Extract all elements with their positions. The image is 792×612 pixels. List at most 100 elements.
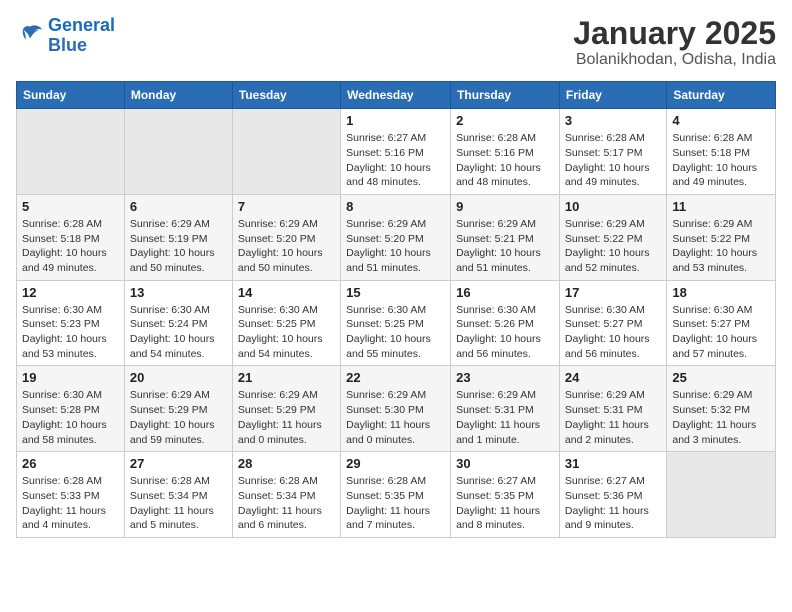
day-number: 14 xyxy=(238,285,335,300)
table-row: 19 Sunrise: 6:30 AM Sunset: 5:28 PM Dayli… xyxy=(17,366,125,452)
day-info: Sunrise: 6:28 AM Sunset: 5:16 PM Dayligh… xyxy=(456,131,554,190)
table-row: 29Sunrise: 6:28 AM Sunset: 5:35 PM Dayli… xyxy=(341,452,451,538)
day-number: 27 xyxy=(130,456,227,471)
day-info: Sunrise: 6:28 AM Sunset: 5:17 PM Dayligh… xyxy=(565,131,661,190)
day-number: 21 xyxy=(238,370,335,385)
table-row: 21 Sunrise: 6:29 AM Sunset: 5:29 PM Dayli… xyxy=(232,366,340,452)
day-number: 25 xyxy=(672,370,770,385)
day-info: Sunrise: 6:29 AM Sunset: 5:20 PM Dayligh… xyxy=(346,217,445,276)
location: Bolanikhodan, Odisha, India xyxy=(573,51,776,69)
table-row xyxy=(17,109,125,195)
day-number: 24 xyxy=(565,370,661,385)
header-monday: Monday xyxy=(124,82,232,109)
day-number: 10 xyxy=(565,199,661,214)
day-info: Sunrise: 6:27 AM Sunset: 5:35 PM Dayligh… xyxy=(456,474,554,533)
header-friday: Friday xyxy=(559,82,666,109)
day-info: Sunrise: 6:28 AM Sunset: 5:34 PM Dayligh… xyxy=(130,474,227,533)
table-row: 2 Sunrise: 6:28 AM Sunset: 5:16 PM Daylig… xyxy=(451,109,560,195)
table-row: 24 Sunrise: 6:29 AM Sunset: 5:31 PM Dayli… xyxy=(559,366,666,452)
header-tuesday: Tuesday xyxy=(232,82,340,109)
table-row: 10 Sunrise: 6:29 AM Sunset: 5:22 PM Dayli… xyxy=(559,194,666,280)
calendar-week-row: 19 Sunrise: 6:30 AM Sunset: 5:28 PM Dayli… xyxy=(17,366,776,452)
table-row: 20Sunrise: 6:29 AM Sunset: 5:29 PM Dayli… xyxy=(124,366,232,452)
table-row: 14Sunrise: 6:30 AM Sunset: 5:25 PM Dayli… xyxy=(232,280,340,366)
table-row: 15 Sunrise: 6:30 AM Sunset: 5:25 PM Dayli… xyxy=(341,280,451,366)
day-info: Sunrise: 6:29 AM Sunset: 5:22 PM Dayligh… xyxy=(672,217,770,276)
page-header: General Blue January 2025 Bolanikhodan, … xyxy=(16,16,776,69)
day-number: 15 xyxy=(346,285,445,300)
table-row: 12 Sunrise: 6:30 AM Sunset: 5:23 PM Dayli… xyxy=(17,280,125,366)
day-number: 28 xyxy=(238,456,335,471)
day-info: Sunrise: 6:29 AM Sunset: 5:31 PM Dayligh… xyxy=(456,388,554,447)
day-number: 1 xyxy=(346,113,445,128)
day-number: 2 xyxy=(456,113,554,128)
table-row: 11 Sunrise: 6:29 AM Sunset: 5:22 PM Dayli… xyxy=(667,194,776,280)
day-number: 13 xyxy=(130,285,227,300)
table-row xyxy=(124,109,232,195)
day-info: Sunrise: 6:29 AM Sunset: 5:32 PM Dayligh… xyxy=(672,388,770,447)
day-number: 6 xyxy=(130,199,227,214)
day-info: Sunrise: 6:29 AM Sunset: 5:20 PM Dayligh… xyxy=(238,217,335,276)
day-number: 16 xyxy=(456,285,554,300)
table-row: 28Sunrise: 6:28 AM Sunset: 5:34 PM Dayli… xyxy=(232,452,340,538)
day-number: 19 xyxy=(22,370,119,385)
header-thursday: Thursday xyxy=(451,82,560,109)
table-row xyxy=(667,452,776,538)
day-info: Sunrise: 6:29 AM Sunset: 5:31 PM Dayligh… xyxy=(565,388,661,447)
table-row: 6 Sunrise: 6:29 AM Sunset: 5:19 PM Daylig… xyxy=(124,194,232,280)
day-info: Sunrise: 6:29 AM Sunset: 5:29 PM Dayligh… xyxy=(130,388,227,447)
day-info: Sunrise: 6:29 AM Sunset: 5:29 PM Dayligh… xyxy=(238,388,335,447)
table-row: 3 Sunrise: 6:28 AM Sunset: 5:17 PM Daylig… xyxy=(559,109,666,195)
day-info: Sunrise: 6:29 AM Sunset: 5:22 PM Dayligh… xyxy=(565,217,661,276)
day-number: 29 xyxy=(346,456,445,471)
logo-text-line2: Blue xyxy=(48,36,115,56)
day-info: Sunrise: 6:30 AM Sunset: 5:26 PM Dayligh… xyxy=(456,303,554,362)
logo-text-line1: General xyxy=(48,16,115,36)
day-info: Sunrise: 6:28 AM Sunset: 5:33 PM Dayligh… xyxy=(22,474,119,533)
header-saturday: Saturday xyxy=(667,82,776,109)
day-info: Sunrise: 6:30 AM Sunset: 5:23 PM Dayligh… xyxy=(22,303,119,362)
day-info: Sunrise: 6:29 AM Sunset: 5:21 PM Dayligh… xyxy=(456,217,554,276)
day-info: Sunrise: 6:28 AM Sunset: 5:18 PM Dayligh… xyxy=(22,217,119,276)
header-wednesday: Wednesday xyxy=(341,82,451,109)
weekday-header-row: Sunday Monday Tuesday Wednesday Thursday… xyxy=(17,82,776,109)
title-block: January 2025 Bolanikhodan, Odisha, India xyxy=(573,16,776,69)
table-row xyxy=(232,109,340,195)
day-info: Sunrise: 6:29 AM Sunset: 5:30 PM Dayligh… xyxy=(346,388,445,447)
table-row: 1Sunrise: 6:27 AM Sunset: 5:16 PM Daylig… xyxy=(341,109,451,195)
day-info: Sunrise: 6:30 AM Sunset: 5:24 PM Dayligh… xyxy=(130,303,227,362)
header-sunday: Sunday xyxy=(17,82,125,109)
table-row: 16 Sunrise: 6:30 AM Sunset: 5:26 PM Dayli… xyxy=(451,280,560,366)
day-number: 9 xyxy=(456,199,554,214)
table-row: 22 Sunrise: 6:29 AM Sunset: 5:30 PM Dayli… xyxy=(341,366,451,452)
table-row: 9 Sunrise: 6:29 AM Sunset: 5:21 PM Daylig… xyxy=(451,194,560,280)
day-number: 23 xyxy=(456,370,554,385)
table-row: 31Sunrise: 6:27 AM Sunset: 5:36 PM Dayli… xyxy=(559,452,666,538)
day-info: Sunrise: 6:27 AM Sunset: 5:36 PM Dayligh… xyxy=(565,474,661,533)
day-number: 11 xyxy=(672,199,770,214)
calendar-week-row: 1Sunrise: 6:27 AM Sunset: 5:16 PM Daylig… xyxy=(17,109,776,195)
day-number: 7 xyxy=(238,199,335,214)
day-info: Sunrise: 6:30 AM Sunset: 5:27 PM Dayligh… xyxy=(672,303,770,362)
day-info: Sunrise: 6:30 AM Sunset: 5:25 PM Dayligh… xyxy=(346,303,445,362)
table-row: 4 Sunrise: 6:28 AM Sunset: 5:18 PM Daylig… xyxy=(667,109,776,195)
day-number: 18 xyxy=(672,285,770,300)
day-info: Sunrise: 6:29 AM Sunset: 5:19 PM Dayligh… xyxy=(130,217,227,276)
calendar-week-row: 12 Sunrise: 6:30 AM Sunset: 5:23 PM Dayli… xyxy=(17,280,776,366)
day-number: 30 xyxy=(456,456,554,471)
day-number: 4 xyxy=(672,113,770,128)
table-row: 7 Sunrise: 6:29 AM Sunset: 5:20 PM Daylig… xyxy=(232,194,340,280)
day-number: 12 xyxy=(22,285,119,300)
day-number: 22 xyxy=(346,370,445,385)
day-number: 5 xyxy=(22,199,119,214)
table-row: 13 Sunrise: 6:30 AM Sunset: 5:24 PM Dayli… xyxy=(124,280,232,366)
day-number: 26 xyxy=(22,456,119,471)
logo-icon xyxy=(16,22,44,50)
table-row: 23 Sunrise: 6:29 AM Sunset: 5:31 PM Dayli… xyxy=(451,366,560,452)
table-row: 5 Sunrise: 6:28 AM Sunset: 5:18 PM Daylig… xyxy=(17,194,125,280)
day-info: Sunrise: 6:28 AM Sunset: 5:18 PM Dayligh… xyxy=(672,131,770,190)
logo: General Blue xyxy=(16,16,115,56)
day-info: Sunrise: 6:30 AM Sunset: 5:28 PM Dayligh… xyxy=(22,388,119,447)
day-number: 3 xyxy=(565,113,661,128)
calendar-table: Sunday Monday Tuesday Wednesday Thursday… xyxy=(16,81,776,538)
